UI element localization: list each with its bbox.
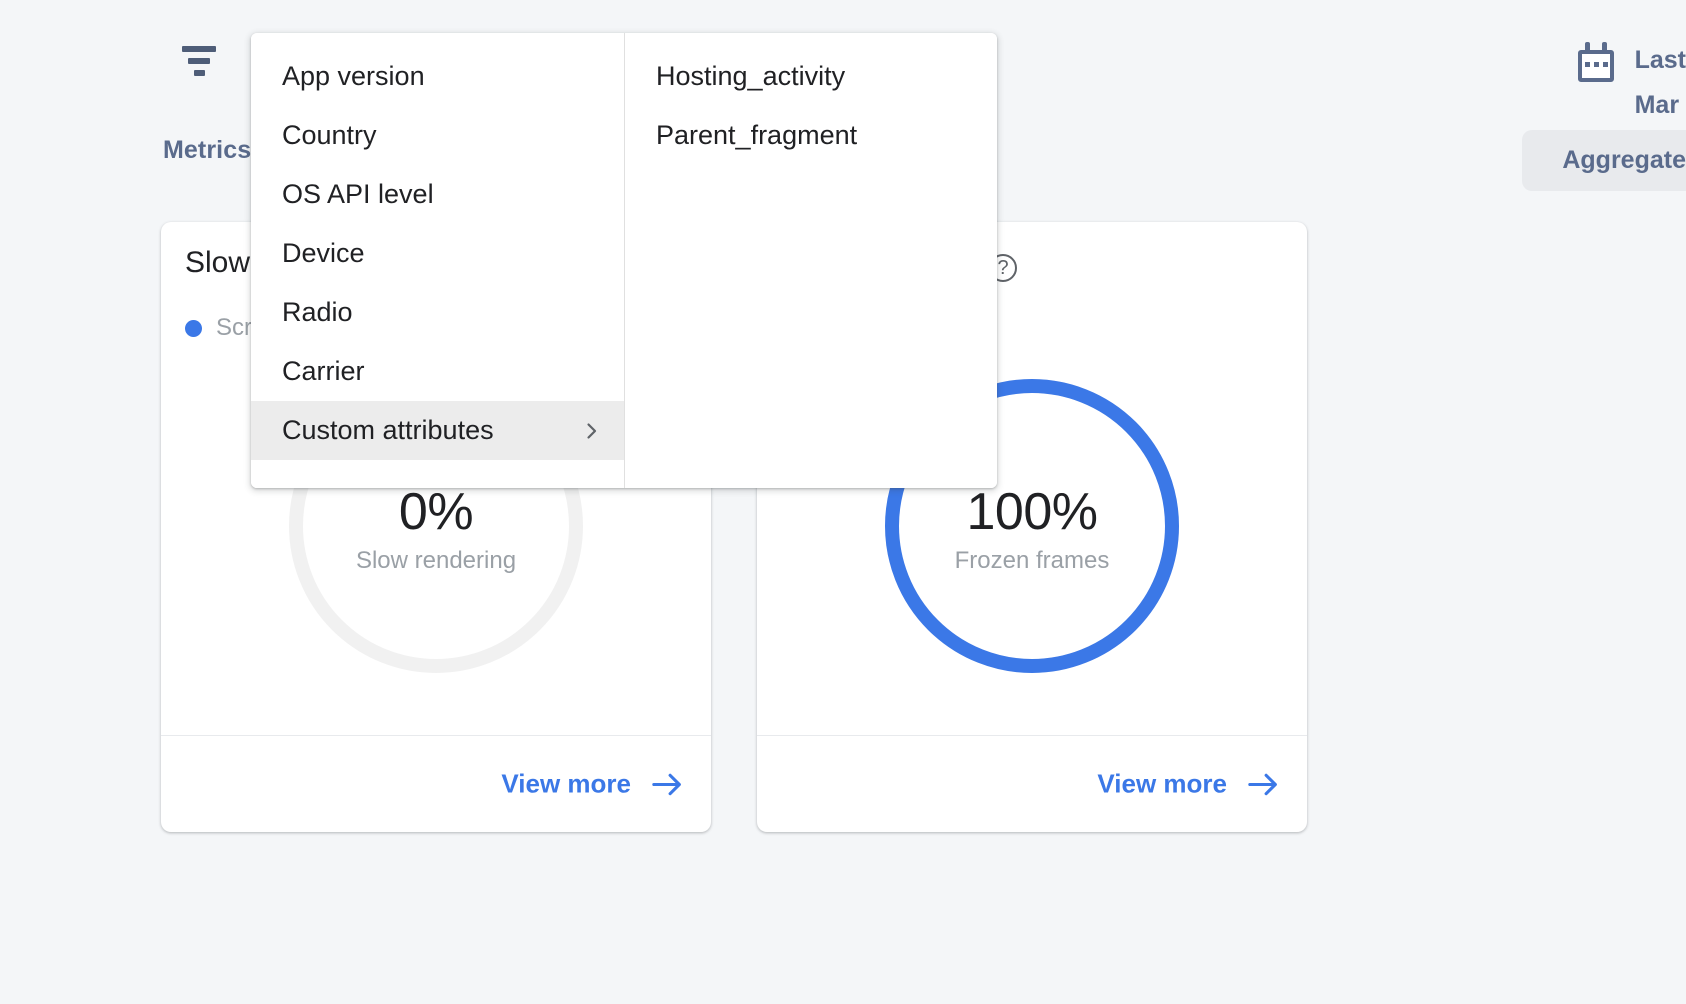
menu-item-label: Custom attributes (282, 415, 494, 446)
filter-bar-2 (188, 58, 210, 64)
view-more-label: View more (501, 769, 631, 800)
submenu-item-label: Parent_fragment (656, 120, 857, 151)
submenu-item-parent-fragment[interactable]: Parent_fragment (625, 106, 997, 165)
menu-item-custom-attributes[interactable]: Custom attributes (251, 401, 624, 460)
menu-item-label: Carrier (282, 356, 365, 387)
chevron-right-icon (582, 421, 602, 441)
view-more-link[interactable]: View more (1097, 769, 1281, 800)
calendar-dots (1585, 62, 1608, 67)
donut-caption: Slow rendering (286, 544, 586, 578)
filter-dropdown-menu: App version Country OS API level Device Radi… (251, 33, 997, 488)
date-range-line1: Last (1635, 46, 1686, 74)
menu-item-label: OS API level (282, 179, 434, 210)
menu-item-label: Country (282, 120, 377, 151)
calendar-icon (1575, 42, 1617, 84)
donut-center-text: 0% Slow rendering (286, 484, 586, 578)
menu-item-label: Radio (282, 297, 353, 328)
date-range-line2: Mar (1635, 83, 1686, 128)
view-more-label: View more (1097, 769, 1227, 800)
donut-center-text: 100% Frozen frames (882, 484, 1182, 578)
app-root: Metrics Last Mar Aggregate Slow ? Scr (0, 0, 1686, 1004)
menu-item-os-api-level[interactable]: OS API level (251, 165, 624, 224)
date-range-text: Last Mar (1635, 38, 1686, 128)
legend-label: Scr (216, 314, 252, 342)
menu-item-radio[interactable]: Radio (251, 283, 624, 342)
arrow-right-icon (1247, 771, 1281, 797)
menu-item-label: App version (282, 61, 425, 92)
metrics-label: Metrics (163, 136, 251, 165)
menu-submenu-column: Hosting_activity Parent_fragment (624, 33, 997, 488)
card-title: Slow (185, 246, 250, 280)
filter-bar-3 (194, 70, 205, 76)
submenu-item-label: Hosting_activity (656, 61, 845, 92)
menu-primary-column: App version Country OS API level Device Radi… (251, 33, 624, 488)
view-more-link[interactable]: View more (501, 769, 685, 800)
menu-item-carrier[interactable]: Carrier (251, 342, 624, 401)
legend-dot (185, 320, 202, 337)
donut-percent: 0% (286, 484, 586, 540)
donut-percent: 100% (882, 484, 1182, 540)
aggregate-button[interactable]: Aggregate (1522, 130, 1686, 191)
menu-item-app-version[interactable]: App version (251, 47, 624, 106)
submenu-item-hosting-activity[interactable]: Hosting_activity (625, 47, 997, 106)
menu-item-label: Device (282, 238, 365, 269)
menu-item-country[interactable]: Country (251, 106, 624, 165)
filter-bar-1 (182, 46, 216, 52)
card-footer: View more (161, 735, 711, 832)
card-footer: View more (757, 735, 1307, 832)
menu-item-device[interactable]: Device (251, 224, 624, 283)
donut-caption: Frozen frames (882, 544, 1182, 578)
arrow-right-icon (651, 771, 685, 797)
card-legend: Scr (185, 314, 252, 342)
date-range-picker[interactable]: Last Mar (1575, 38, 1686, 128)
filter-icon[interactable] (178, 46, 220, 82)
